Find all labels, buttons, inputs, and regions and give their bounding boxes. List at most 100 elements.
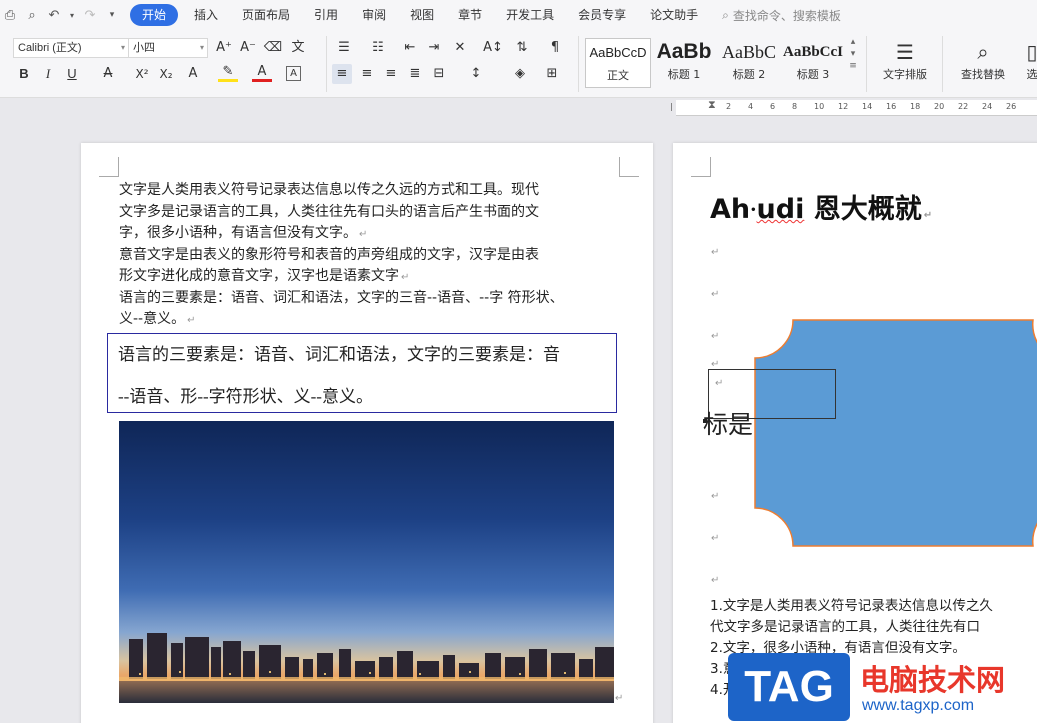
text-direction-icon[interactable]: A↕ bbox=[483, 38, 503, 58]
textbox-line[interactable]: --语音、形--字符形状、义--意义。 bbox=[118, 382, 373, 407]
numbered-list-icon[interactable]: ☷ bbox=[368, 38, 388, 58]
command-search[interactable]: ⌕ 查找命令、搜索模板 bbox=[722, 7, 841, 24]
paragraph-line[interactable]: 语言的三要素是：语音、词汇和语法，文字的三音--语音、--字 符形状、 bbox=[119, 288, 564, 310]
print-preview-icon[interactable]: ⌕ bbox=[24, 8, 40, 23]
save-icon[interactable]: ⎙ bbox=[2, 8, 18, 23]
undo-dropdown-icon[interactable]: ▾ bbox=[68, 11, 76, 20]
paragraph-text: 字，很多小语种，有语言但没有文字。 bbox=[119, 225, 357, 241]
subscript-icon[interactable]: X₂ bbox=[156, 64, 176, 84]
document-page-1[interactable]: 文字是人类用表义符号记录表达信息以传之久远的方式和工具。现代 文字多是记录语言的… bbox=[81, 143, 653, 723]
paragraph-line[interactable]: 字，很多小语种，有语言但没有文字。 ↵ bbox=[119, 223, 367, 246]
indent-marker-icon[interactable]: ⧗ bbox=[708, 98, 716, 112]
highlight-icon[interactable]: ✎ bbox=[218, 64, 238, 82]
select-label: 选 bbox=[1026, 68, 1037, 81]
style-label: 标题 2 bbox=[732, 68, 766, 81]
undo-icon[interactable]: ↶ bbox=[46, 8, 62, 23]
font-size-value: 小四 bbox=[133, 42, 155, 54]
style-label: 正文 bbox=[607, 69, 629, 82]
strikethrough-icon[interactable]: A bbox=[98, 64, 118, 84]
style-heading-2[interactable]: AaBbC 标题 2 bbox=[716, 38, 782, 88]
tab-review[interactable]: 审阅 bbox=[350, 4, 398, 26]
style-sample: AaBb bbox=[656, 40, 712, 63]
shading-icon[interactable]: ◈ bbox=[510, 64, 530, 84]
italic-icon[interactable]: I bbox=[38, 64, 58, 84]
ruler-tick: 14 bbox=[862, 102, 873, 111]
style-heading-1[interactable]: AaBb 标题 1 bbox=[651, 38, 717, 88]
ruler-tick: 6 bbox=[770, 102, 776, 111]
paragraph-text: 义--意义。 bbox=[119, 311, 186, 327]
shape-heading-text[interactable]: 标是 bbox=[703, 405, 753, 441]
style-heading-3[interactable]: AaBbCcI 标题 3 bbox=[780, 38, 846, 88]
shrink-font-icon[interactable]: A⁻ bbox=[238, 38, 258, 58]
align-left-icon[interactable]: ≡ bbox=[332, 64, 352, 84]
font-name-select[interactable]: Calibri (正文) ▾ bbox=[13, 38, 129, 58]
tab-developer[interactable]: 开发工具 bbox=[494, 4, 566, 26]
find-replace-button[interactable]: ⌕ 查找替换 bbox=[952, 38, 1014, 82]
tab-references[interactable]: 引用 bbox=[302, 4, 350, 26]
ruler-tick: 26 bbox=[1006, 102, 1017, 111]
styles-scroll-icon[interactable]: ▴ ▾ ≡ bbox=[846, 36, 860, 84]
paragraph-line[interactable]: 意音文字是由表义的象形符号和表音的声旁组成的文字，汉字是由表 bbox=[119, 245, 539, 267]
select-button[interactable]: ▯ 选 bbox=[1022, 38, 1037, 82]
superscript-icon[interactable]: X² bbox=[132, 64, 152, 84]
chinese-layout-icon[interactable]: ✕ bbox=[450, 38, 470, 58]
find-replace-label: 查找替换 bbox=[961, 68, 1005, 81]
tab-page-layout[interactable]: 页面布局 bbox=[230, 4, 302, 26]
bullet-list-icon[interactable]: ☰ bbox=[334, 38, 354, 58]
char-border-icon[interactable]: A bbox=[286, 66, 301, 81]
paragraph-line[interactable]: 形文字进化成的意音文字，汉字也是语素文字 ↵ bbox=[119, 266, 409, 289]
customize-dropdown-icon[interactable]: ▾ bbox=[104, 10, 120, 20]
document-page-2[interactable]: Ah•udi 恩大概就 ↵ ↵ ↵ ↵ ↵ ↵ ↵ ↵ ↵ 标是 1.文字是人类用… bbox=[673, 143, 1037, 723]
watermark-title: 电脑技术网 bbox=[860, 663, 1006, 697]
paragraph-mark-icon: ↵ bbox=[923, 210, 933, 221]
text-effect-icon[interactable]: A bbox=[183, 64, 203, 84]
tab-home[interactable]: 开始 bbox=[130, 4, 179, 26]
pinyin-icon[interactable]: 文 bbox=[288, 38, 308, 58]
increase-indent-icon[interactable]: ⇥ bbox=[424, 38, 444, 58]
quick-access-toolbar: ⎙ ⌕ ↶ ▾ ↷ ▾ bbox=[0, 8, 120, 23]
grow-font-icon[interactable]: A⁺ bbox=[214, 38, 234, 58]
textbox-line[interactable]: 语言的三要素是：语音、词汇和语法，文字的三要素是：音 bbox=[118, 340, 560, 365]
paragraph-line[interactable]: 文字是人类用表义符号记录表达信息以传之久远的方式和工具。现代 bbox=[119, 180, 539, 202]
show-marks-icon[interactable]: ¶ bbox=[545, 38, 565, 58]
heading-1[interactable]: Ah•udi 恩大概就 ↵ bbox=[710, 187, 932, 226]
text-layout-button[interactable]: ☰ 文字排版 bbox=[874, 38, 936, 82]
redo-icon[interactable]: ↷ bbox=[82, 8, 98, 23]
align-right-icon[interactable]: ≡ bbox=[381, 64, 401, 84]
sort-icon[interactable]: ⇅ bbox=[512, 38, 532, 58]
clear-format-icon[interactable]: ⌫ bbox=[263, 38, 283, 58]
paragraph-line[interactable]: 文字多是记录语言的工具，人类往往先有口头的语言后产生书面的文 bbox=[119, 202, 539, 224]
decrease-indent-icon[interactable]: ⇤ bbox=[400, 38, 420, 58]
borders-icon[interactable]: ⊞ bbox=[542, 64, 562, 84]
blue-plaque-shape[interactable] bbox=[753, 318, 1037, 548]
distributed-align-icon[interactable]: ⊟ bbox=[429, 64, 449, 84]
ruler-tick: 24 bbox=[982, 102, 993, 111]
ruler-tick: 20 bbox=[934, 102, 945, 111]
photo-graphic bbox=[119, 421, 614, 703]
tab-section[interactable]: 章节 bbox=[446, 4, 494, 26]
line-spacing-icon[interactable]: ↕ bbox=[466, 64, 486, 84]
paragraph-mark-icon: ↵ bbox=[711, 533, 720, 544]
paragraph-mark-icon: ↵ bbox=[711, 575, 720, 586]
tab-insert[interactable]: 插入 bbox=[182, 4, 230, 26]
ruler-strip[interactable]: ⧗ | 2 4 6 8 10 12 14 16 18 20 22 24 26 bbox=[670, 98, 1037, 116]
tab-member[interactable]: 会员专享 bbox=[566, 4, 638, 26]
underline-icon[interactable]: U bbox=[62, 64, 82, 84]
font-color-icon[interactable]: A bbox=[252, 64, 272, 82]
watermark-url: www.tagxp.com bbox=[862, 697, 975, 714]
list-item[interactable]: 代文字多是记录语言的工具，人类往往先有口 bbox=[710, 617, 980, 638]
list-item[interactable]: 1.文字是人类用表义符号记录表达信息以传之久 bbox=[710, 596, 993, 617]
font-size-select[interactable]: 小四 ▾ bbox=[128, 38, 208, 58]
ruler-tick: 12 bbox=[838, 102, 849, 111]
ruler-tick: 10 bbox=[814, 102, 825, 111]
paragraph-mark-icon: ↵ bbox=[615, 693, 624, 704]
text-box[interactable]: 语言的三要素是：语音、词汇和语法，文字的三要素是：音 --语音、形--字符形状、… bbox=[107, 333, 617, 413]
city-night-photo[interactable] bbox=[119, 421, 614, 703]
align-center-icon[interactable]: ≡ bbox=[357, 64, 377, 84]
style-normal[interactable]: AaBbCcD 正文 bbox=[585, 38, 651, 88]
paragraph-line[interactable]: 义--意义。 ↵ bbox=[119, 309, 196, 332]
tab-view[interactable]: 视图 bbox=[398, 4, 446, 26]
justify-icon[interactable]: ≣ bbox=[405, 64, 425, 84]
tab-thesis-assistant[interactable]: 论文助手 bbox=[638, 4, 710, 26]
bold-icon[interactable]: B bbox=[14, 64, 34, 84]
